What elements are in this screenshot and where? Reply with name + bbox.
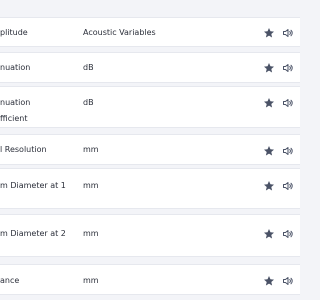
term-name-line: nuation: [0, 63, 31, 72]
term-name: m Diameter at 2: [0, 226, 80, 242]
term-name: l Resolution: [0, 142, 80, 158]
term-name-line: m Diameter at 2: [0, 229, 66, 238]
term-name: nuation fficient: [0, 95, 80, 127]
term-unit: mm: [83, 276, 99, 285]
list-item: plitude Acoustic Variables: [0, 17, 300, 47]
term-name: nuation: [0, 60, 80, 76]
star-icon[interactable]: [263, 275, 275, 287]
term-name-line: nuation: [0, 98, 31, 107]
star-icon[interactable]: [263, 180, 275, 192]
list-item: m Diameter at 2 mm: [0, 214, 300, 257]
term-name: ance: [0, 273, 80, 289]
speaker-icon[interactable]: [282, 27, 294, 39]
speaker-icon[interactable]: [282, 97, 294, 109]
star-icon[interactable]: [263, 27, 275, 39]
term-unit: Acoustic Variables: [83, 28, 156, 37]
term-unit: mm: [83, 145, 99, 154]
speaker-icon[interactable]: [282, 62, 294, 74]
term-unit: mm: [83, 229, 99, 238]
term-name: m Diameter at 1: [0, 178, 80, 194]
list-item: nuation dB: [0, 52, 300, 83]
star-icon[interactable]: [263, 228, 275, 240]
term-name-line: fficient: [0, 114, 28, 123]
term-list: plitude Acoustic Variables nuation dB nu…: [0, 0, 300, 300]
speaker-icon[interactable]: [282, 275, 294, 287]
star-icon[interactable]: [263, 97, 275, 109]
speaker-icon[interactable]: [282, 145, 294, 157]
speaker-icon[interactable]: [282, 228, 294, 240]
term-name-line: plitude: [0, 28, 28, 37]
list-item: nuation fficient dB: [0, 86, 300, 128]
speaker-icon[interactable]: [282, 180, 294, 192]
term-unit: dB: [83, 98, 94, 107]
list-item: m Diameter at 1 mm: [0, 168, 300, 209]
star-icon[interactable]: [263, 145, 275, 157]
list-item: l Resolution mm: [0, 134, 300, 165]
term-name-line: ance: [0, 276, 20, 285]
list-item: ance mm: [0, 264, 300, 295]
term-name: plitude: [0, 25, 80, 41]
term-unit: mm: [83, 181, 99, 190]
star-icon[interactable]: [263, 62, 275, 74]
term-unit: dB: [83, 63, 94, 72]
term-name-line: l Resolution: [0, 145, 47, 154]
term-name-line: m Diameter at 1: [0, 181, 66, 190]
